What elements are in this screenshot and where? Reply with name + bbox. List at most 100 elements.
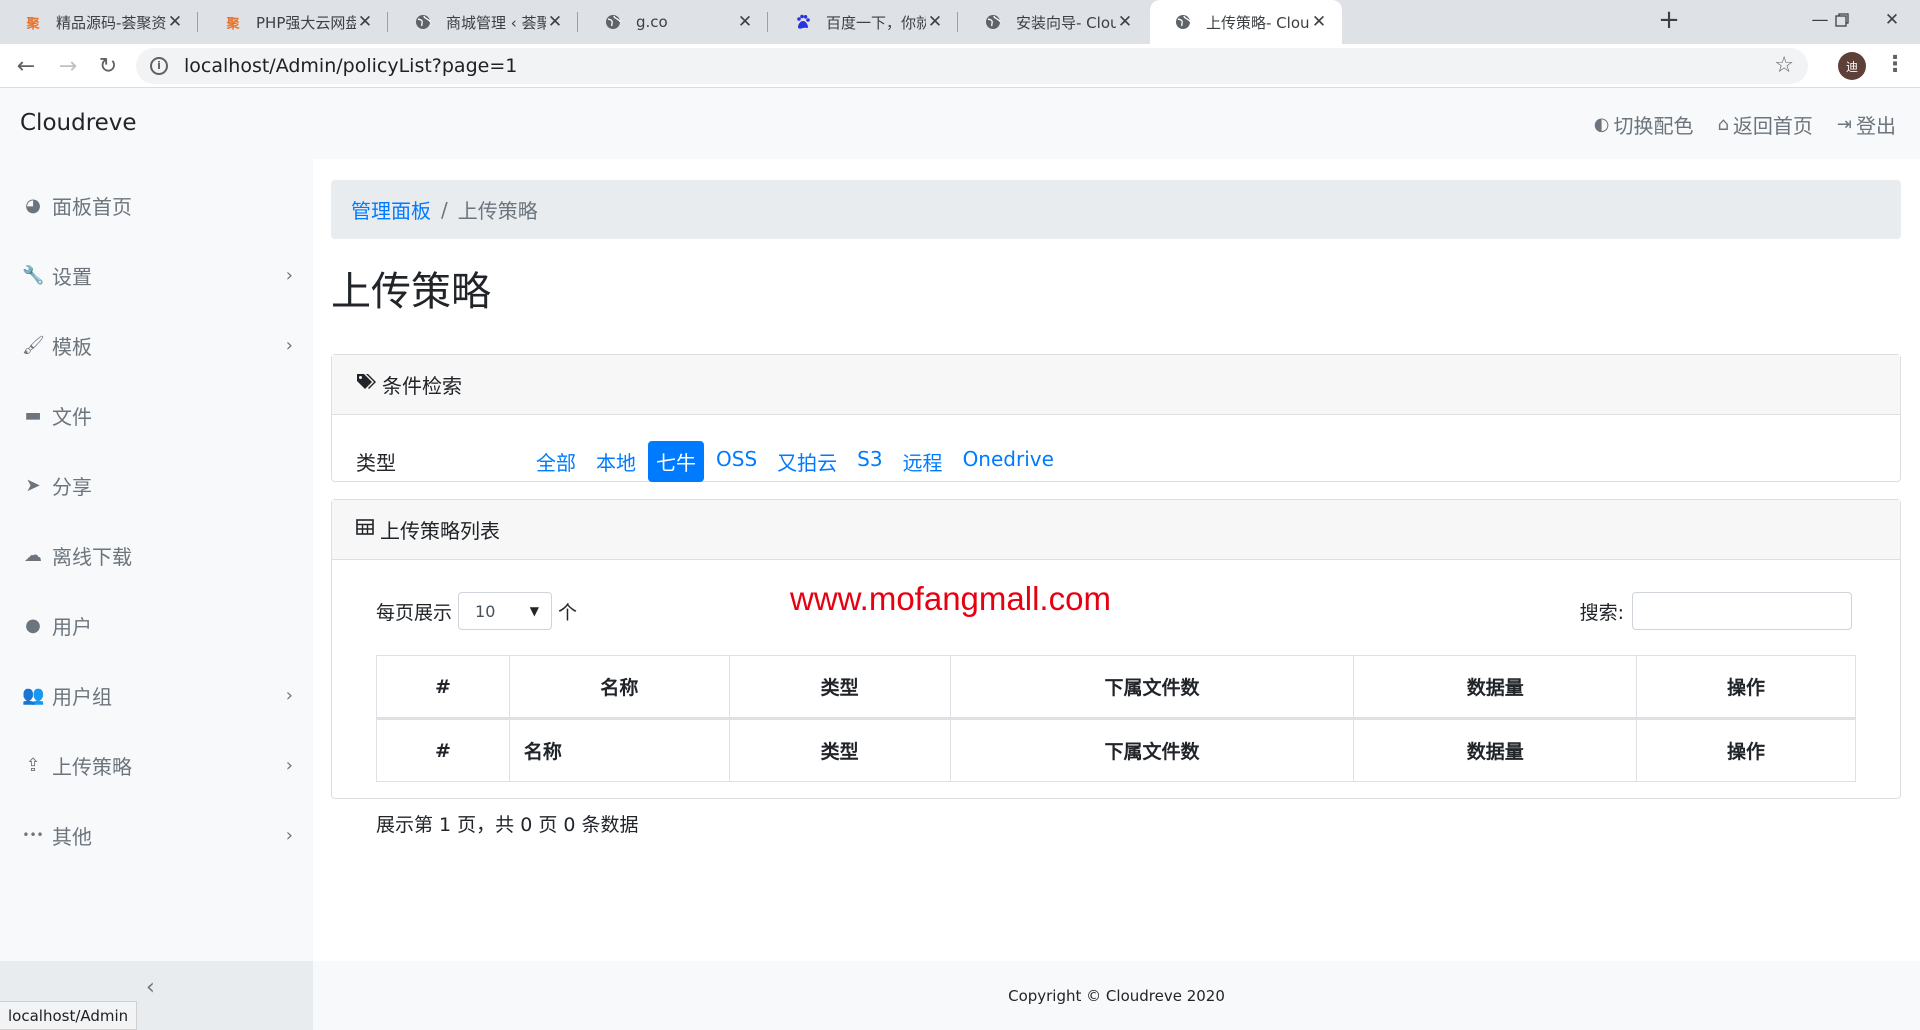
type-filter-option[interactable]: 远程	[895, 441, 951, 482]
type-filter-option[interactable]: 七牛	[648, 441, 704, 482]
tab-title: g.co	[636, 13, 668, 31]
sidebar-item[interactable]: ◕ 面板首页	[0, 175, 313, 235]
type-filter-option[interactable]: Onedrive	[955, 441, 1062, 482]
sidebar-item-label: 分享	[52, 474, 92, 499]
type-filter-option[interactable]: OSS	[708, 441, 765, 482]
policy-table: # 名称 类型 下属文件数 数据量 操作 # 名称 类型 下属文件数 数据量 操作	[376, 655, 1856, 782]
browser-tab[interactable]: g.co ✕	[580, 0, 768, 44]
topnav-link-toggle[interactable]: ◐ 切换配色	[1594, 110, 1694, 139]
policy-list-card: 上传策略列表 每页展示 10 ▼ 个 搜索: # 名称 类型 下属文件数 数据量 操作 #…	[331, 499, 1901, 836]
sidebar-item-label: 面板首页	[52, 194, 132, 219]
page-title: 上传策略	[331, 269, 491, 315]
page-length-value: 10	[475, 601, 496, 621]
sidebar-item[interactable]: 🖌 模板 ›	[0, 315, 313, 375]
topnav-link-label: 切换配色	[1613, 114, 1694, 138]
site-logo-icon: 聚	[26, 16, 40, 32]
page-length-select[interactable]: 10 ▼	[458, 592, 553, 630]
browser-tab[interactable]: 聚精品源码-荟聚资源✕	[0, 0, 198, 44]
tab-close-icon[interactable]: ✕	[1310, 12, 1328, 32]
tab-title: 百度一下，你就知道	[826, 13, 926, 32]
page-length-prefix: 每页展示	[376, 601, 453, 624]
search-input[interactable]	[1632, 592, 1852, 630]
tab-title: 精品源码-荟聚资源	[56, 13, 166, 32]
column-header: 操作	[1636, 718, 1856, 782]
topnav-link-sign-out[interactable]: ⇥ 登出	[1837, 110, 1896, 139]
tab-close-icon[interactable]: ✕	[166, 12, 184, 32]
folder-icon: ▬	[24, 404, 42, 426]
column-header[interactable]: 下属文件数	[949, 655, 1355, 720]
sidebar-collapse-icon[interactable]: ‹	[146, 975, 155, 1000]
page-length-control: 每页展示 10 ▼ 个	[376, 592, 577, 630]
column-header[interactable]: #	[376, 655, 510, 720]
tab-close-icon[interactable]: ✕	[356, 12, 374, 32]
sidebar-item[interactable]: ▬ 文件	[0, 385, 313, 445]
sidebar-item[interactable]: ⇪ 上传策略 ›	[0, 735, 313, 795]
forward-icon[interactable]: →	[52, 50, 84, 82]
tab-title: PHP强大云网盘系统源码	[256, 13, 356, 32]
browser-tab[interactable]: 上传策略- Cloudreve✕	[1150, 0, 1342, 44]
sidebar-item[interactable]: 🔧 设置 ›	[0, 245, 313, 305]
sidebar-item-label: 离线下载	[52, 544, 132, 569]
tab-close-icon[interactable]: ✕	[546, 12, 564, 32]
type-filter-option[interactable]: S3	[849, 441, 890, 482]
list-card-header: 上传策略列表	[332, 500, 1900, 560]
main-content: 管理面板 / 上传策略 上传策略 条件检索 类型 全部 本地 七牛 OSS 又拍云 S3 远…	[313, 159, 1920, 961]
sidebar-item[interactable]: ● 用户	[0, 595, 313, 655]
brush-icon: 🖌	[22, 334, 45, 356]
new-tab-button[interactable]: +	[1654, 6, 1684, 36]
sidebar-item[interactable]: 👥 用户组 ›	[0, 665, 313, 725]
user-icon: ●	[25, 614, 41, 636]
toggle-icon: ◐	[1593, 114, 1610, 135]
chevron-right-icon: ›	[285, 824, 293, 846]
back-icon[interactable]: ←	[10, 50, 42, 82]
browser-toolbar: ← → ↻ i localhost/Admin/policyList?page=…	[0, 44, 1920, 88]
sign-out-icon: ⇥	[1836, 114, 1852, 135]
browser-tab[interactable]: 商城管理 ‹ 荟聚资源 —✕	[390, 0, 578, 44]
type-filter-option[interactable]: 又拍云	[769, 441, 845, 482]
topnav-link-home[interactable]: ⌂ 返回首页	[1717, 110, 1812, 139]
column-header[interactable]: 名称	[508, 655, 730, 720]
column-header[interactable]: 数据量	[1353, 655, 1638, 720]
bookmark-star-icon[interactable]: ☆	[1774, 53, 1794, 78]
users-icon: 👥	[22, 684, 45, 706]
browser-menu-icon[interactable]: ⋮	[1884, 52, 1906, 80]
type-filter-option[interactable]: 本地	[588, 441, 644, 482]
chevron-right-icon: ›	[285, 264, 293, 286]
profile-avatar[interactable]: 迪	[1838, 52, 1866, 80]
tab-close-icon[interactable]: ✕	[926, 12, 944, 32]
tab-close-icon[interactable]: ✕	[736, 12, 754, 32]
status-bar-url: localhost/Admin	[0, 1001, 138, 1030]
topnav-link-label: 返回首页	[1732, 114, 1813, 138]
chevron-right-icon: ›	[285, 334, 293, 356]
breadcrumb-link-dashboard[interactable]: 管理面板	[351, 195, 431, 224]
home-icon: ⌂	[1717, 114, 1729, 135]
reload-icon[interactable]: ↻	[92, 50, 124, 82]
filter-card-title: 条件检索	[382, 374, 462, 398]
column-header[interactable]: 类型	[728, 655, 951, 720]
sidebar-item[interactable]: ➤ 分享	[0, 455, 313, 515]
address-bar[interactable]: i localhost/Admin/policyList?page=1 ☆	[136, 48, 1808, 84]
search-label: 搜索:	[1579, 601, 1624, 624]
globe-icon	[984, 13, 1002, 31]
address-url[interactable]: localhost/Admin/policyList?page=1	[184, 55, 517, 77]
wrench-icon: 🔧	[22, 264, 45, 286]
breadcrumb-separator: /	[441, 197, 448, 222]
site-info-icon[interactable]: i	[150, 57, 168, 75]
brand-logo[interactable]: Cloudreve	[20, 110, 137, 136]
breadcrumb: 管理面板 / 上传策略	[331, 180, 1901, 239]
column-header[interactable]: 操作	[1636, 655, 1856, 720]
tab-title: 安装向导- Cloudreve	[1016, 13, 1116, 32]
column-header: #	[376, 718, 510, 782]
sidebar-item[interactable]: ☁ 离线下载	[0, 525, 313, 585]
window-close-icon[interactable]: ✕	[1862, 0, 1920, 40]
tab-separator	[577, 12, 578, 32]
browser-tab[interactable]: 安装向导- Cloudreve✕	[960, 0, 1148, 44]
chevron-right-icon: ›	[285, 684, 293, 706]
browser-tab[interactable]: 百度一下，你就知道✕	[770, 0, 958, 44]
sidebar-item[interactable]: ••• 其他 ›	[0, 805, 313, 865]
tab-separator	[197, 12, 198, 32]
browser-tab[interactable]: 聚 PHP强大云网盘系统源码✕	[200, 0, 388, 44]
type-filter-option[interactable]: 全部	[528, 441, 584, 482]
tab-close-icon[interactable]: ✕	[1116, 12, 1134, 32]
tab-separator	[387, 12, 388, 32]
